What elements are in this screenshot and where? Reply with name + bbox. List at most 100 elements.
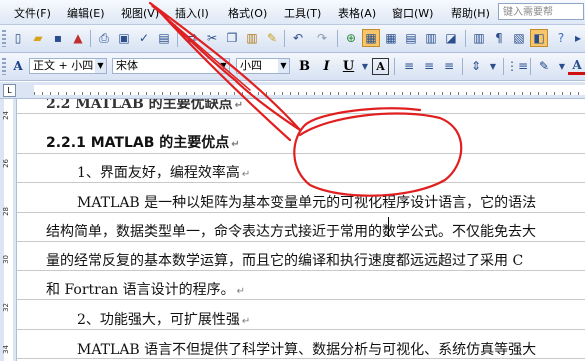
- bold-button[interactable]: B: [296, 58, 313, 75]
- paragraph-line: 结构简单，数据类型单一，命令表达方式接近于常用的数学公式。不仅能免去大: [46, 224, 536, 240]
- font-size-value: 小四: [240, 59, 262, 72]
- formatting-toolbar: A 正文 + 小四 ▼ 宋体 ▼ 小四 ▼ B I U ▼ A ≡ ≡ ≡ ⇕ …: [0, 53, 585, 81]
- style-value: 正文 + 小四: [33, 59, 94, 72]
- ruler-number: 28: [2, 207, 10, 216]
- permission-icon[interactable]: ▲: [69, 29, 87, 47]
- text-cursor: [388, 217, 389, 237]
- reading-mode-icon[interactable]: ◧: [530, 29, 548, 47]
- grid-line: [17, 153, 585, 154]
- redo-icon[interactable]: ↷: [313, 29, 331, 47]
- paragraph-line: MATLAB 语言不但提供了科学计算、数据分析与可视化、系统仿真等强大: [77, 342, 537, 358]
- char-border-button[interactable]: A: [372, 58, 389, 75]
- section-heading-cut: 2.2 MATLAB 的主要优缺点 ↵: [46, 99, 244, 112]
- toolbar-options-icon[interactable]: ▸: [569, 29, 585, 47]
- menu-window[interactable]: 窗口(W): [392, 5, 433, 21]
- grid-line: [17, 270, 585, 271]
- grid-line: [17, 299, 585, 300]
- toolbar-separator: [462, 58, 463, 75]
- grid-line: [17, 329, 585, 330]
- paste-icon[interactable]: ▥: [243, 29, 261, 47]
- undo-icon[interactable]: ↶: [289, 29, 307, 47]
- translate-icon[interactable]: ⇄: [183, 29, 201, 47]
- insert-table-icon[interactable]: ▦: [382, 29, 400, 47]
- menu-edit[interactable]: 编辑(E): [67, 5, 105, 21]
- align-right-icon[interactable]: ≡: [440, 57, 458, 75]
- document-map-icon[interactable]: ▥: [470, 29, 488, 47]
- chevron-down-icon[interactable]: ▼: [278, 59, 289, 73]
- paragraph-line: MATLAB 是一种以矩阵为基本变量单元的可视化程序设计语言，它的语法: [77, 195, 537, 211]
- zoom-icon[interactable]: ▧: [510, 29, 528, 47]
- format-painter-icon[interactable]: ✎: [263, 29, 281, 47]
- columns-icon[interactable]: ▥: [422, 29, 440, 47]
- horizontal-ruler[interactable]: L: [0, 82, 585, 99]
- research-icon[interactable]: ▤: [155, 29, 173, 47]
- paragraph-line: 和 Fortran 语言设计的程序。 ↵: [46, 282, 246, 298]
- ruler-scale: [34, 85, 585, 95]
- toolbar-separator: [284, 30, 285, 47]
- insert-excel-icon[interactable]: ▤: [402, 29, 420, 47]
- vertical-ruler[interactable]: 24 26 28 30 32 34: [0, 99, 17, 361]
- toolbar-separator: [530, 58, 531, 75]
- toolbar-separator: [394, 58, 395, 75]
- font-size-combo[interactable]: 小四 ▼: [236, 58, 290, 74]
- hyperlink-icon[interactable]: ⊕: [342, 29, 360, 47]
- ruler-number: 34: [2, 345, 10, 354]
- ruler-number: 30: [2, 255, 10, 264]
- toolbar-separator: [90, 30, 91, 47]
- chevron-down-icon[interactable]: ▼: [95, 59, 106, 73]
- align-justify-icon[interactable]: ≡: [400, 57, 418, 75]
- menu-view[interactable]: 视图(V): [121, 5, 159, 21]
- subsection-heading: 2.2.1 MATLAB 的主要优点 ↵: [46, 135, 240, 151]
- spelling-icon[interactable]: ✓: [135, 29, 153, 47]
- list-item: 1、界面友好，编程效率高 ↵: [77, 165, 251, 181]
- menu-table[interactable]: 表格(A): [338, 5, 376, 21]
- chevron-down-icon[interactable]: ▼: [218, 59, 229, 73]
- toolbar-separator: [465, 30, 466, 47]
- tab-selector-icon[interactable]: L: [3, 84, 16, 97]
- tables-borders-icon[interactable]: ▦: [362, 29, 380, 47]
- highlight-icon[interactable]: ✎: [535, 57, 553, 75]
- toolbar-separator: [337, 30, 338, 47]
- menu-format[interactable]: 格式(O): [228, 5, 267, 21]
- grid-line: [17, 212, 585, 213]
- standard-toolbar: ▯ ▰ ▪ ▲ ⎙ ▣ ✓ ▤ ⇄ ✂ ❐ ▥ ✎ ↶ ↷ ⊕ ▦ ▦ ▤ ▥ …: [0, 25, 585, 53]
- print-icon[interactable]: ⎙: [95, 29, 113, 47]
- toolbar-separator: [503, 58, 504, 75]
- show-hide-icon[interactable]: ¶: [490, 29, 508, 47]
- toolbar-grip[interactable]: [2, 58, 6, 75]
- style-combo[interactable]: 正文 + 小四 ▼: [29, 58, 107, 74]
- document-page[interactable]: 2.2 MATLAB 的主要优缺点 ↵ 2.2.1 MATLAB 的主要优点 ↵ 1…: [17, 99, 585, 361]
- ruler-scale: [4, 99, 13, 361]
- font-color-icon[interactable]: A: [568, 57, 585, 75]
- save-icon[interactable]: ▪: [49, 29, 67, 47]
- menu-help[interactable]: 帮助(H): [451, 5, 490, 21]
- font-combo[interactable]: 宋体 ▼: [112, 58, 230, 74]
- font-value: 宋体: [116, 59, 138, 72]
- ruler-number: 24: [2, 111, 10, 120]
- new-document-icon[interactable]: ▯: [9, 29, 27, 47]
- underline-button[interactable]: U: [340, 58, 357, 75]
- drawing-icon[interactable]: ◪: [442, 29, 460, 47]
- menu-tools[interactable]: 工具(T): [284, 5, 321, 21]
- grid-line: [17, 182, 585, 183]
- menu-insert[interactable]: 插入(I): [175, 5, 209, 21]
- italic-button[interactable]: I: [318, 58, 335, 75]
- ruler-number: 26: [2, 159, 10, 168]
- toolbar-separator: [177, 30, 178, 47]
- styles-formatting-icon[interactable]: A: [9, 57, 27, 75]
- print-preview-icon[interactable]: ▣: [115, 29, 133, 47]
- numbering-icon[interactable]: ⋮≡: [506, 57, 528, 75]
- ruler-number: 32: [2, 303, 10, 312]
- help-search-input[interactable]: 键入需要帮: [498, 3, 584, 20]
- chevron-down-icon[interactable]: ▼: [484, 57, 502, 75]
- open-folder-icon[interactable]: ▰: [29, 29, 47, 47]
- cut-icon[interactable]: ✂: [203, 29, 221, 47]
- help-icon[interactable]: ?: [552, 29, 570, 47]
- line-spacing-icon[interactable]: ⇕: [467, 57, 485, 75]
- toolbar-grip[interactable]: [2, 30, 6, 47]
- menu-file[interactable]: 文件(F): [14, 5, 51, 21]
- copy-icon[interactable]: ❐: [223, 29, 241, 47]
- align-center-icon[interactable]: ≡: [420, 57, 438, 75]
- grid-line: [17, 241, 585, 242]
- grid-line: [17, 113, 585, 114]
